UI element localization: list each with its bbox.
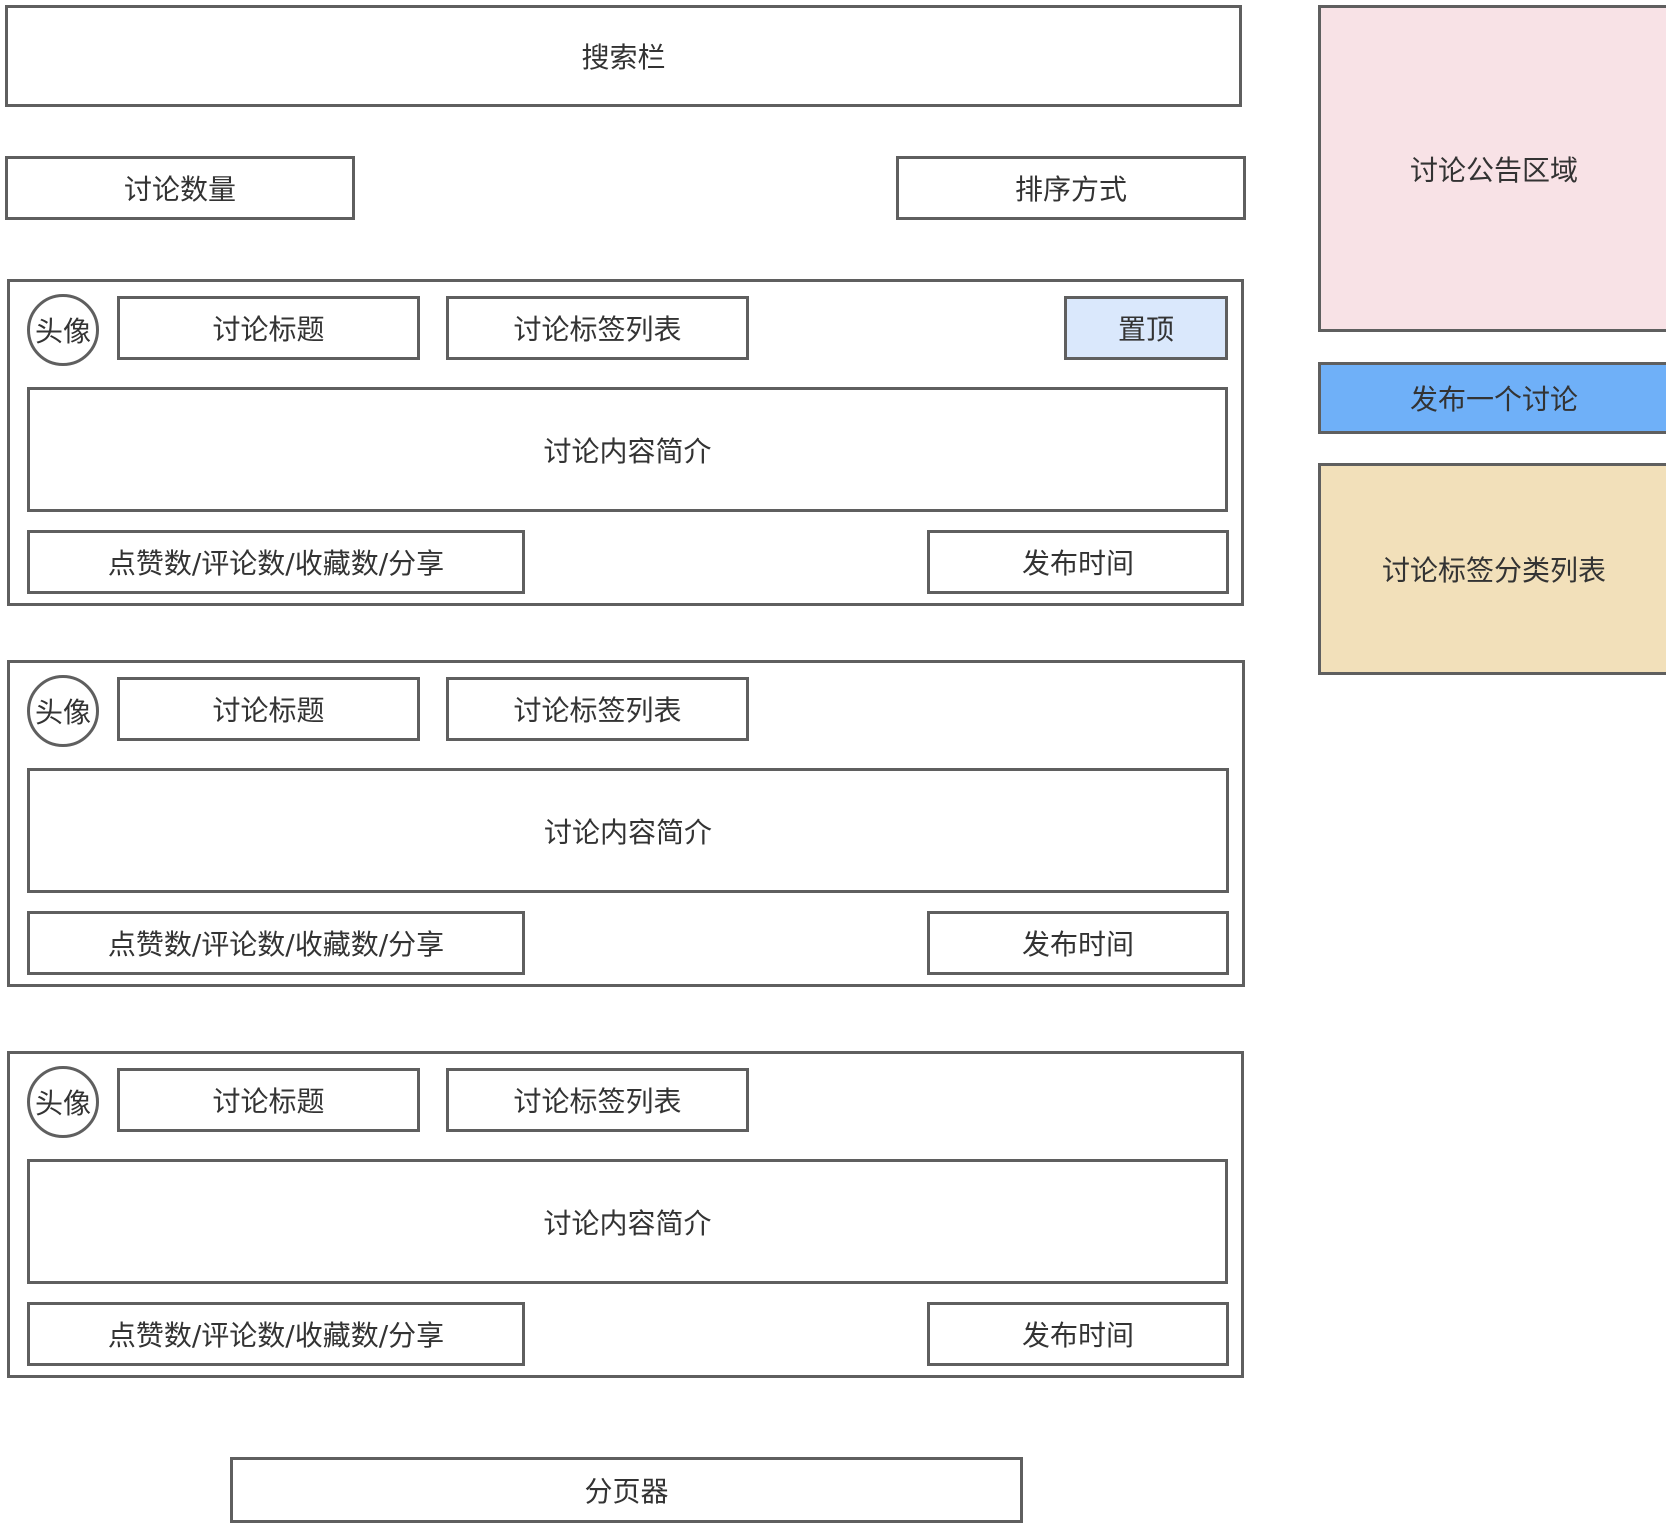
discussion-tag-list[interactable]: 讨论标签列表	[446, 296, 749, 360]
discussion-count: 讨论数量	[5, 156, 355, 220]
avatar[interactable]: 头像	[27, 1066, 99, 1138]
discussion-summary[interactable]: 讨论内容简介	[27, 768, 1229, 893]
avatar[interactable]: 头像	[27, 294, 99, 366]
pinned-badge: 置顶	[1064, 296, 1228, 360]
discussion-card[interactable]: 头像 讨论标题 讨论标签列表 置顶 讨论内容简介 点赞数/评论数/收藏数/分享 …	[7, 279, 1244, 606]
publish-time: 发布时间	[927, 1302, 1229, 1366]
discussion-title[interactable]: 讨论标题	[117, 296, 420, 360]
discussion-tag-list[interactable]: 讨论标签列表	[446, 677, 749, 741]
discussion-title[interactable]: 讨论标题	[117, 1068, 420, 1132]
discussion-card[interactable]: 头像 讨论标题 讨论标签列表 讨论内容简介 点赞数/评论数/收藏数/分享 发布时…	[7, 660, 1245, 987]
notice-area: 讨论公告区域	[1318, 5, 1666, 332]
discussion-summary[interactable]: 讨论内容简介	[27, 1159, 1228, 1284]
discussion-tag-list[interactable]: 讨论标签列表	[446, 1068, 749, 1132]
discussion-summary[interactable]: 讨论内容简介	[27, 387, 1228, 512]
discussion-stats[interactable]: 点赞数/评论数/收藏数/分享	[27, 530, 525, 594]
discussion-stats[interactable]: 点赞数/评论数/收藏数/分享	[27, 911, 525, 975]
discussion-card[interactable]: 头像 讨论标题 讨论标签列表 讨论内容简介 点赞数/评论数/收藏数/分享 发布时…	[7, 1051, 1244, 1378]
publish-discussion-button[interactable]: 发布一个讨论	[1318, 362, 1666, 434]
discussion-title[interactable]: 讨论标题	[117, 677, 420, 741]
tag-category-list[interactable]: 讨论标签分类列表	[1318, 463, 1666, 675]
pagination[interactable]: 分页器	[230, 1457, 1023, 1523]
sort-mode-selector[interactable]: 排序方式	[896, 156, 1246, 220]
avatar[interactable]: 头像	[27, 675, 99, 747]
publish-time: 发布时间	[927, 530, 1229, 594]
search-bar[interactable]: 搜索栏	[5, 5, 1242, 107]
discussion-stats[interactable]: 点赞数/评论数/收藏数/分享	[27, 1302, 525, 1366]
publish-time: 发布时间	[927, 911, 1229, 975]
